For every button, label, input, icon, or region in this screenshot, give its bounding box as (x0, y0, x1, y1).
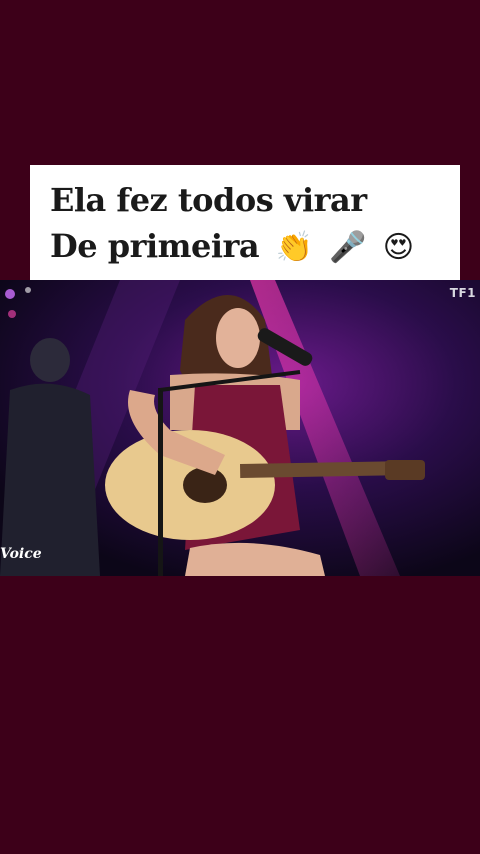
guitar-neck (240, 461, 391, 478)
the-voice-logo: Voice (0, 546, 42, 562)
microphone-icon: 🎤 (329, 230, 367, 265)
heart-eyes-face-icon: 😍 (382, 230, 414, 265)
singer-face (216, 308, 260, 368)
mic-stand (158, 388, 163, 576)
caption-line-2-text: De primeira (50, 227, 260, 265)
caption-box: Ela fez todos virar De primeira 👏 🎤 😍 (30, 165, 460, 280)
musician-head (30, 338, 70, 382)
guitar-head (385, 460, 425, 480)
video-frame[interactable]: TF1 Voice (0, 280, 480, 576)
guitar-soundhole (183, 467, 227, 503)
tf1-logo: TF1 (449, 286, 476, 300)
video-scene (0, 280, 480, 576)
caption-line-1: Ela fez todos virar (50, 181, 367, 219)
clapping-hands-icon: 👏 (275, 230, 313, 265)
caption-line-2: De primeira 👏 🎤 😍 (50, 223, 460, 271)
